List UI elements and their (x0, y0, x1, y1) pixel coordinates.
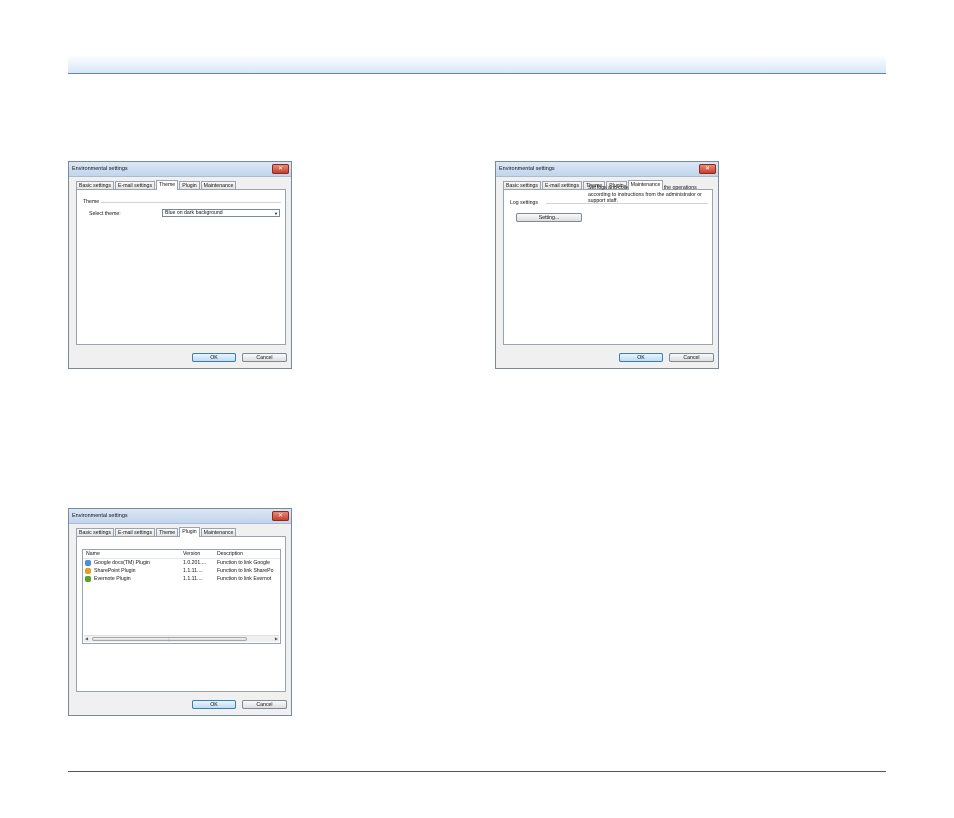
horizontal-scrollbar[interactable]: ◀ ⋮ ▶ (84, 635, 279, 642)
tab-strip: Basic settings E-mail settings Theme Plu… (503, 180, 664, 190)
tab-theme[interactable]: Theme (156, 180, 179, 190)
plugin-description: Function to link SharePo (217, 568, 274, 574)
sharepoint-icon (85, 568, 91, 574)
plugin-list[interactable]: Name Version Description Google docs(TM)… (82, 549, 281, 644)
theme-select-value: Blue on dark background (165, 210, 223, 216)
tab-maintenance[interactable]: Maintenance (627, 180, 664, 190)
plugin-version: 1.1.11.... (183, 568, 203, 574)
close-button[interactable]: ✕ (272, 164, 289, 174)
theme-panel: Theme Select theme: Blue on dark backgro… (76, 189, 286, 345)
ok-button[interactable]: OK (192, 700, 236, 709)
plugin-settings-dialog: Environmental settings ✕ Basic settings … (68, 508, 292, 716)
plugin-row[interactable]: Evernote Plugin 1.1.11.... Function to l… (83, 575, 280, 583)
maintenance-panel: Log settings Setting... (503, 189, 713, 345)
maintenance-settings-dialog: Environmental settings ✕ Basic settings … (495, 161, 719, 369)
window-title: Environmental settings (72, 513, 128, 519)
plugin-row[interactable]: SharePoint Plugin 1.1.11.... Function to… (83, 567, 280, 575)
title-bar: Environmental settings ✕ (69, 162, 291, 177)
plugin-name: SharePoint Plugin (94, 568, 136, 574)
ok-button[interactable]: OK (619, 353, 663, 362)
chevron-down-icon: ▼ (274, 211, 278, 216)
log-setting-button[interactable]: Setting... (516, 213, 582, 222)
tab-strip: Basic settings E-mail settings Theme Plu… (76, 180, 237, 190)
theme-group-label: Theme (83, 199, 100, 205)
plugin-version: 1.0.201.... (183, 560, 207, 566)
tab-maintenance[interactable]: Maintenance (200, 181, 237, 189)
plugin-row[interactable]: Google docs(TM) Plugin 1.0.201.... Funct… (83, 559, 280, 567)
footer-rule (68, 771, 886, 772)
tab-theme[interactable]: Theme (156, 528, 179, 536)
plugin-description: Function to link Evernot (217, 576, 272, 582)
select-theme-label: Select theme: (89, 211, 121, 217)
close-button[interactable]: ✕ (699, 164, 716, 174)
page-header-band (68, 55, 886, 74)
tab-plugin[interactable]: Plugin (179, 181, 200, 189)
title-bar: Environmental settings ✕ (69, 509, 291, 524)
tab-basic-settings[interactable]: Basic settings (503, 181, 542, 189)
tab-email-settings[interactable]: E-mail settings (115, 528, 156, 536)
list-header: Name Version Description (83, 550, 280, 559)
log-settings-group-label: Log settings (510, 200, 538, 206)
tab-plugin[interactable]: Plugin (179, 527, 200, 537)
tab-maintenance[interactable]: Maintenance (200, 528, 237, 536)
theme-settings-dialog: Environmental settings ✕ Basic settings … (68, 161, 292, 369)
scroll-right-icon[interactable]: ▶ (275, 636, 278, 641)
window-title: Environmental settings (72, 166, 128, 172)
column-header-name[interactable]: Name (86, 550, 100, 558)
google-docs-icon (85, 560, 91, 566)
plugin-description: Function to link Google (217, 560, 271, 566)
tab-basic-settings[interactable]: Basic settings (76, 181, 115, 189)
plugin-panel: Name Version Description Google docs(TM)… (76, 536, 286, 692)
cancel-button[interactable]: Cancel (242, 700, 287, 709)
tab-basic-settings[interactable]: Basic settings (76, 528, 115, 536)
close-button[interactable]: ✕ (272, 511, 289, 521)
ok-button[interactable]: OK (192, 353, 236, 362)
tab-email-settings[interactable]: E-mail settings (115, 181, 156, 189)
plugin-name: Evernote Plugin (94, 576, 131, 582)
cancel-button[interactable]: Cancel (669, 353, 714, 362)
scrollbar-thumb[interactable]: ⋮ (92, 637, 247, 642)
group-divider (101, 202, 281, 203)
plugin-name: Google docs(TM) Plugin (94, 560, 150, 566)
column-header-version[interactable]: Version (183, 550, 200, 558)
tab-strip: Basic settings E-mail settings Theme Plu… (76, 527, 237, 537)
theme-select[interactable]: Blue on dark background ▼ (162, 209, 280, 217)
window-title: Environmental settings (499, 166, 555, 172)
evernote-icon (85, 576, 91, 582)
tab-email-settings[interactable]: E-mail settings (542, 181, 583, 189)
plugin-version: 1.1.11.... (183, 576, 203, 582)
column-header-description[interactable]: Description (217, 550, 243, 558)
cancel-button[interactable]: Cancel (242, 353, 287, 362)
title-bar: Environmental settings ✕ (496, 162, 718, 177)
grip-icon: ⋮ (167, 637, 171, 642)
scroll-left-icon[interactable]: ◀ (85, 636, 88, 641)
